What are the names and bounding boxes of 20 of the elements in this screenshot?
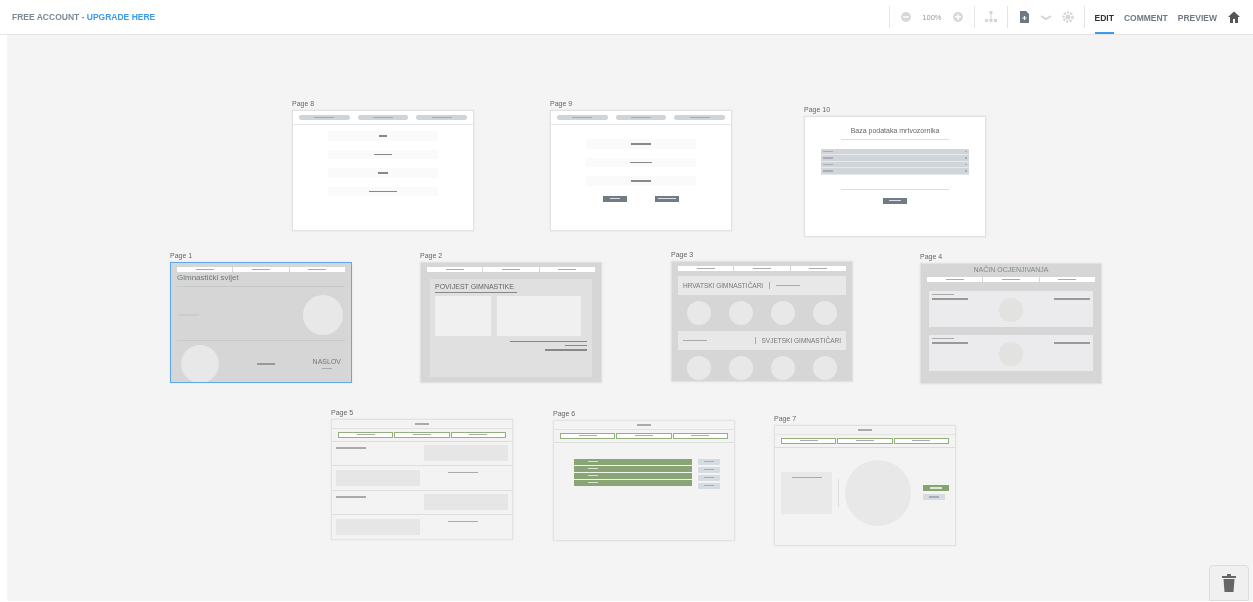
trash-icon [1222, 574, 1236, 592]
mode-tab[interactable]: EDIT [1094, 0, 1114, 34]
settings-icon[interactable] [1061, 11, 1074, 23]
add-page-icon[interactable] [1017, 11, 1030, 23]
page-thumbnail[interactable] [774, 425, 956, 546]
page-thumbnail[interactable] [331, 419, 513, 540]
mode-tab[interactable]: PREVIEW [1177, 0, 1217, 34]
upgrade-link[interactable]: UPGRADE HERE [86, 12, 156, 22]
page-thumbnail[interactable] [550, 110, 732, 231]
image-circle [181, 344, 219, 382]
zoom-in-icon[interactable] [951, 11, 964, 23]
mode-tab[interactable]: COMMENT [1123, 0, 1168, 34]
zoom-out-icon[interactable] [900, 11, 913, 23]
page-thumbnail[interactable] [292, 110, 474, 231]
account-notice: FREE ACCOUNT - UPGRADE HERE [12, 12, 156, 22]
page-thumbnail[interactable] [553, 420, 735, 541]
trash-button[interactable] [1209, 565, 1249, 601]
page-heading: Gimnastički svijet [177, 274, 240, 283]
sitemap-icon[interactable] [984, 11, 997, 23]
home-icon[interactable] [1227, 11, 1241, 23]
